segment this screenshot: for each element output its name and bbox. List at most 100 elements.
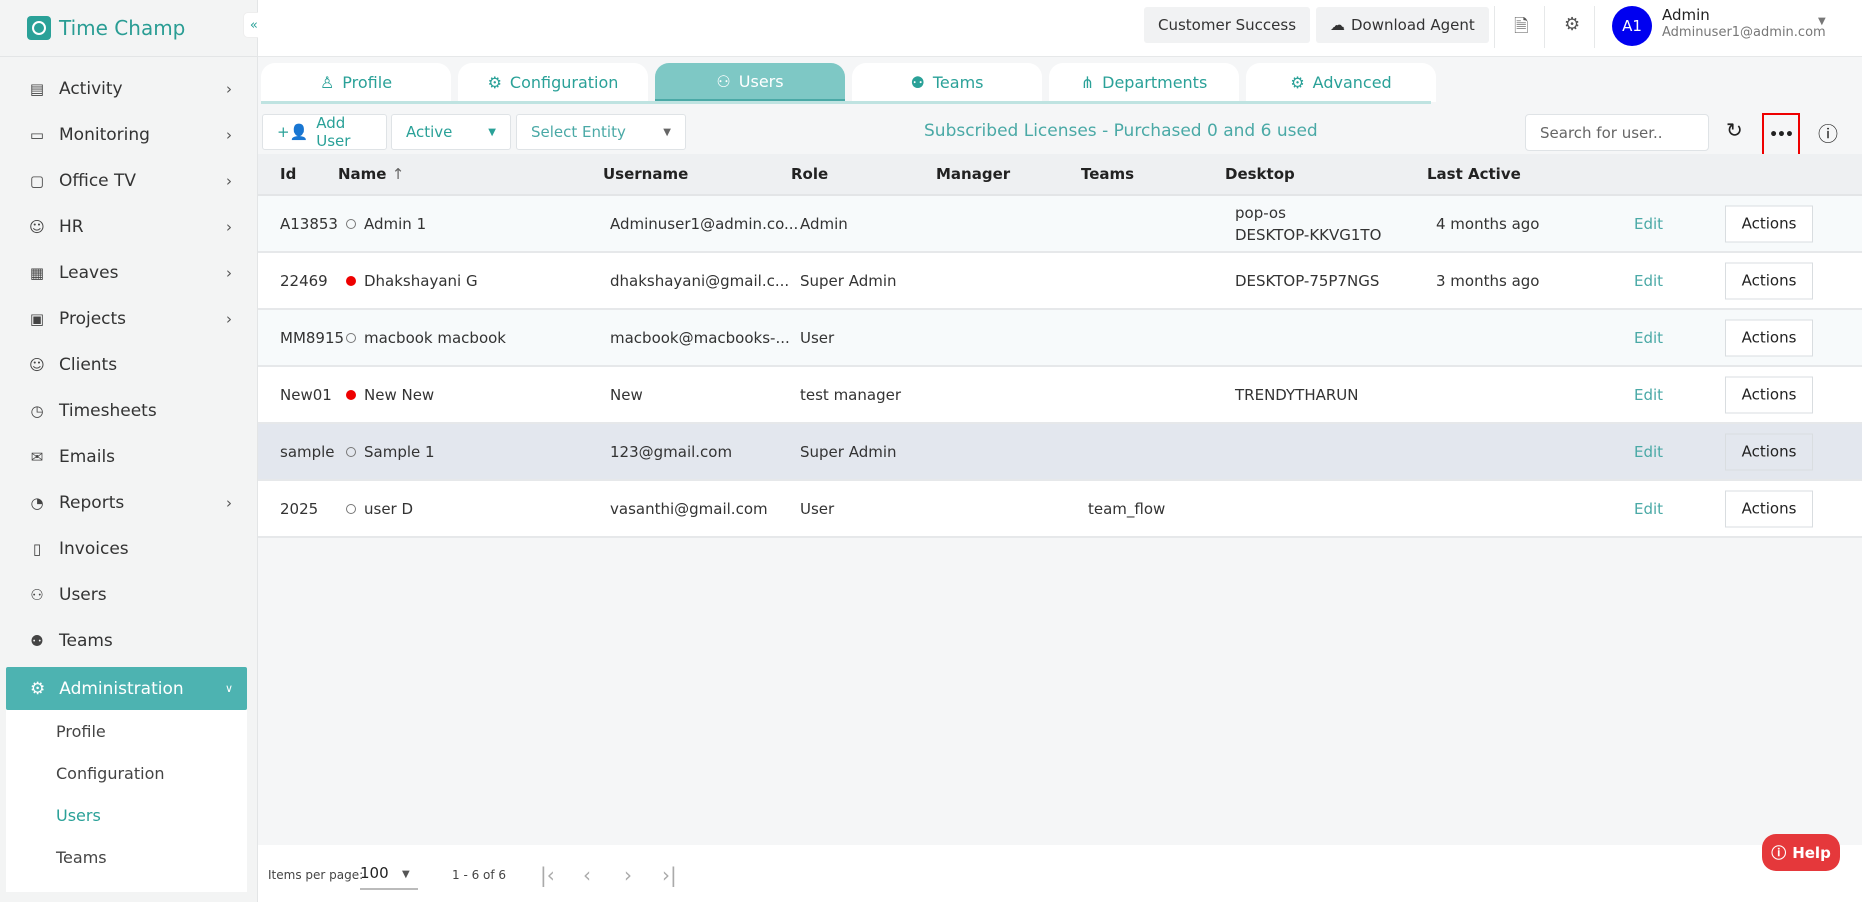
customer-success-button[interactable]: Customer Success xyxy=(1144,7,1311,43)
last-page-icon[interactable]: ›| xyxy=(662,863,677,887)
cell-id: 22469 xyxy=(280,271,328,290)
column-header-teams[interactable]: Teams xyxy=(1081,165,1134,183)
column-header-name[interactable]: Name ↑ xyxy=(338,165,404,183)
sidebar-item-emails[interactable]: ✉ Emails xyxy=(0,434,258,480)
avatar[interactable]: A1 xyxy=(1612,6,1652,46)
tab-departments[interactable]: ⋔ Departments xyxy=(1049,63,1239,102)
edit-link[interactable]: Edit xyxy=(1634,386,1663,404)
add-user-button[interactable]: +👤 Add User xyxy=(262,114,387,150)
tab-advanced[interactable]: ⚙ Advanced xyxy=(1246,63,1436,102)
column-header-desktop[interactable]: Desktop xyxy=(1225,165,1295,183)
sidebar-item-administration[interactable]: ⚙ Administration ∨ xyxy=(6,667,247,710)
settings-icon[interactable]: ⚙ xyxy=(1564,14,1580,35)
cell-desktop: pop-os DESKTOP-KKVG1TO xyxy=(1235,202,1381,246)
entity-select[interactable]: Select Entity ▼ xyxy=(516,114,686,150)
help-circle-icon[interactable]: ⓘ xyxy=(1818,118,1838,147)
sidebar-item-projects[interactable]: ▣ Projects › xyxy=(0,296,258,342)
actions-button[interactable]: Actions xyxy=(1725,319,1813,356)
caret-down-icon: ▼ xyxy=(663,126,671,138)
sidebar-item-clients[interactable]: ☺ Clients xyxy=(0,342,258,388)
chevron-right-icon: › xyxy=(226,126,232,144)
cell-username: macbook@macbooks-... xyxy=(610,328,790,347)
edit-link[interactable]: Edit xyxy=(1634,215,1663,233)
cell-role: User xyxy=(800,499,835,518)
tv-icon: ▢ xyxy=(29,172,45,190)
cell-username: 123@gmail.com xyxy=(610,442,733,461)
edit-link[interactable]: Edit xyxy=(1634,329,1663,347)
users-table: Id Name ↑ Username Role Manager Teams Desktop L… xyxy=(258,154,1862,538)
tab-configuration[interactable]: ⚙ Configuration xyxy=(458,63,648,102)
status-select[interactable]: Active ▼ xyxy=(391,114,511,150)
caret-down-icon: ▼ xyxy=(402,869,410,880)
sidebar-item-hr[interactable]: ☺ HR › xyxy=(0,204,258,250)
tab-teams[interactable]: ⚉ Teams xyxy=(852,63,1042,102)
sidebar-item-monitoring[interactable]: ▭ Monitoring › xyxy=(0,112,258,158)
edit-link[interactable]: Edit xyxy=(1634,500,1663,518)
column-header-last-active[interactable]: Last Active xyxy=(1427,165,1521,183)
sidebar-item-invoices[interactable]: ▯ Invoices xyxy=(0,526,258,572)
tab-profile[interactable]: ♙ Profile xyxy=(261,63,451,102)
edit-link[interactable]: Edit xyxy=(1634,443,1663,461)
subnav-item-users[interactable]: Users xyxy=(6,794,247,836)
prev-page-icon[interactable]: ‹ xyxy=(583,863,591,887)
status-dot-icon xyxy=(346,390,356,400)
sidebar-item-label: Projects xyxy=(59,309,127,329)
sidebar-item-timesheets[interactable]: ◷ Timesheets xyxy=(0,388,258,434)
sidebar-item-users[interactable]: ⚇ Users xyxy=(0,572,258,618)
actions-button[interactable]: Actions xyxy=(1725,262,1813,299)
sidebar-item-activity[interactable]: ▤ Activity › xyxy=(0,66,258,112)
cell-role: Super Admin xyxy=(800,271,897,290)
sidebar-item-teams[interactable]: ⚉ Teams xyxy=(0,618,258,664)
column-header-role[interactable]: Role xyxy=(791,165,828,183)
table-row: A13853 Admin 1 Adminuser1@admin.co... Admin… xyxy=(258,196,1862,253)
download-agent-button[interactable]: ☁ Download Agent xyxy=(1316,7,1489,43)
actions-button[interactable]: Actions xyxy=(1725,205,1813,242)
table-row: sample Sample 1 123@gmail.com Super Admin Ed… xyxy=(258,424,1862,481)
help-button[interactable]: ⓘ Help xyxy=(1762,834,1840,871)
actions-button[interactable]: Actions xyxy=(1725,490,1813,527)
sidebar-item-reports[interactable]: ◔ Reports › xyxy=(0,480,258,526)
table-header: Id Name ↑ Username Role Manager Teams Desktop L… xyxy=(258,154,1862,196)
column-header-id[interactable]: Id xyxy=(280,165,296,183)
document-icon[interactable]: 🗎 xyxy=(1514,14,1528,44)
sidebar-item-label: Reports xyxy=(59,493,125,513)
sidebar-nav: ▤ Activity › ▭ Monitoring › ▢ Office TV › ☺ HR › ▦ Le… xyxy=(0,66,258,664)
selected-value: 100 xyxy=(360,864,389,882)
cell-name: New New xyxy=(346,386,434,404)
chevron-right-icon: › xyxy=(226,218,232,236)
search-input[interactable] xyxy=(1525,114,1709,151)
subnav-item-profile[interactable]: Profile xyxy=(6,710,247,752)
subnav-item-configuration[interactable]: Configuration xyxy=(6,752,247,794)
header-label: Teams xyxy=(1081,165,1135,183)
advanced-gear-icon: ⚙ xyxy=(1290,73,1305,92)
status-dot-icon xyxy=(346,276,356,286)
tab-users[interactable]: ⚇ Users xyxy=(655,63,845,102)
cell-username: New xyxy=(610,385,643,404)
pie-icon: ◔ xyxy=(30,494,44,512)
tab-underline xyxy=(261,101,1431,104)
sidebar-item-leaves[interactable]: ▦ Leaves › xyxy=(0,250,258,296)
desktop-name: TRENDYTHARUN xyxy=(1235,385,1359,404)
app-logo[interactable]: Time Champ xyxy=(0,0,257,57)
actions-button[interactable]: Actions xyxy=(1725,433,1813,470)
tab-label: Departments xyxy=(1102,73,1208,92)
refresh-icon[interactable]: ↻ xyxy=(1726,118,1743,142)
column-header-manager[interactable]: Manager xyxy=(936,165,1010,183)
cell-last-active: 4 months ago xyxy=(1436,214,1540,233)
activity-icon: ▤ xyxy=(29,80,45,98)
column-header-username[interactable]: Username xyxy=(603,165,688,183)
subnav-item-teams[interactable]: Teams xyxy=(6,836,247,878)
next-page-icon[interactable]: › xyxy=(624,863,632,887)
monitor-icon: ▭ xyxy=(29,126,45,144)
user-menu-caret-icon[interactable]: ▼ xyxy=(1818,16,1826,27)
sidebar-item-label: Activity xyxy=(59,79,123,99)
page-range: 1 - 6 of 6 xyxy=(452,868,507,882)
header-label: Name xyxy=(338,165,387,183)
actions-button[interactable]: Actions xyxy=(1725,376,1813,413)
divider xyxy=(1544,6,1545,48)
edit-link[interactable]: Edit xyxy=(1634,272,1663,290)
items-per-page-select[interactable]: 100 ▼ xyxy=(360,864,418,890)
sidebar-item-office-tv[interactable]: ▢ Office TV › xyxy=(0,158,258,204)
first-page-icon[interactable]: |‹ xyxy=(540,863,555,887)
more-options-button[interactable]: ••• xyxy=(1762,113,1800,157)
